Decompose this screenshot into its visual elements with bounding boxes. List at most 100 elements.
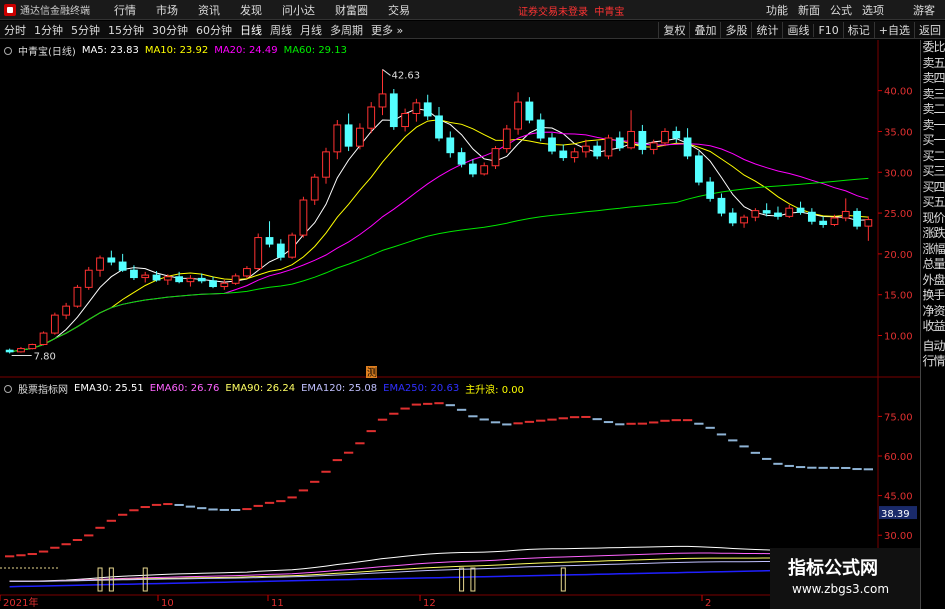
kline-chart[interactable]: 40.00 35.00 30.00 25.00 20.00 15.00 10.00 75.00… (0, 40, 920, 609)
candle-body (163, 276, 172, 281)
tool-back[interactable]: 返回 (914, 22, 945, 38)
menu-news[interactable]: 资讯 (188, 2, 230, 18)
candle-body (130, 269, 138, 279)
period-60min[interactable]: 60分钟 (192, 22, 236, 38)
candle-body (807, 211, 816, 222)
ma5-value: MA5: 23.83 (81, 45, 139, 56)
tool-multi-stock[interactable]: 多股 (720, 22, 751, 38)
side-sell4[interactable]: 卖四 (921, 71, 945, 87)
side-quotes[interactable]: 行情 (921, 354, 945, 370)
side-net-assets[interactable]: 净资 (921, 304, 945, 320)
period-daily[interactable]: 日线 (236, 22, 266, 38)
side-sell5[interactable]: 卖五 (921, 56, 945, 72)
date-tick-label: 12 (423, 598, 436, 609)
candle-body (73, 286, 82, 307)
event-marker-label: 测 (367, 366, 377, 379)
candle-body (152, 274, 161, 281)
candle-body (299, 199, 308, 236)
tool-adjust[interactable]: 复权 (658, 22, 689, 38)
side-change-pct[interactable]: 涨幅 (921, 242, 945, 258)
login-notice[interactable]: 证券交易未登录 中青宝 (518, 3, 624, 18)
side-outer[interactable]: 外盘 (921, 273, 945, 289)
menu-formula[interactable]: 公式 (825, 2, 857, 18)
high-marker-line (382, 69, 391, 76)
tool-mark[interactable]: 标记 (842, 22, 874, 38)
candle-body (356, 127, 364, 147)
ma60-value: MA60: 29.13 (283, 45, 347, 56)
top-menu-bar: 通达信金融终端 行情 市场 资讯 发现 问小达 财富圈 交易 证券交易未登录 中… (0, 0, 945, 20)
menu-options[interactable]: 选项 (857, 2, 889, 18)
menu-wealth[interactable]: 财富圈 (325, 2, 378, 18)
candle-body (186, 277, 195, 283)
tool-draw[interactable]: 画线 (782, 22, 813, 38)
side-change[interactable]: 涨跌 (921, 226, 945, 242)
chart-canvas[interactable]: 40.00 35.00 30.00 25.00 20.00 15.00 10.00 75.00… (0, 40, 920, 609)
date-tick-label: 10 (161, 598, 174, 609)
right-sidebar: 委比 卖五 卖四 卖三 卖二 卖一 买一 买二 买三 买四 买五 现价 涨跌 涨… (920, 40, 945, 609)
candle-body (649, 142, 658, 150)
tool-add-watch[interactable]: +自选 (873, 22, 914, 38)
app-logo-icon (4, 3, 16, 16)
candle-body (661, 130, 669, 144)
gear-icon[interactable] (4, 384, 12, 393)
zsz-value: 主升浪: 0.00 (465, 385, 525, 396)
ma20-line (9, 131, 869, 353)
candle-body (412, 102, 421, 115)
period-monthly[interactable]: 月线 (296, 22, 326, 38)
period-30min[interactable]: 30分钟 (148, 22, 192, 38)
period-1min[interactable]: 1分钟 (30, 22, 67, 38)
period-5min[interactable]: 5分钟 (67, 22, 104, 38)
stock-name: 中青宝(日线) (18, 47, 76, 58)
menu-quotes[interactable]: 行情 (104, 2, 146, 18)
side-turnover[interactable]: 换手 (921, 288, 945, 304)
low-marker-label: 7.80 (34, 351, 56, 362)
candle-body (39, 332, 48, 345)
menu-market[interactable]: 市场 (146, 2, 188, 18)
watermark-url: www.zbgs3.com (792, 582, 890, 596)
candle-body (322, 151, 330, 178)
date-tick-label: 2 (705, 598, 711, 609)
side-sell1[interactable]: 卖一 (921, 118, 945, 134)
side-price[interactable]: 现价 (921, 211, 945, 227)
tool-f10[interactable]: F10 (813, 23, 842, 37)
side-auto[interactable]: 自动 (921, 339, 945, 355)
period-more[interactable]: 更多 » (367, 22, 407, 38)
menu-trade[interactable]: 交易 (378, 2, 420, 18)
side-earnings[interactable]: 收益 (921, 319, 945, 335)
candle-body (502, 128, 511, 150)
side-sell3[interactable]: 卖三 (921, 87, 945, 103)
period-15min[interactable]: 15分钟 (104, 22, 148, 38)
side-sell2[interactable]: 卖二 (921, 102, 945, 118)
menu-discover[interactable]: 发现 (230, 2, 272, 18)
ema90-value: EMA90: 26.24 (225, 383, 296, 394)
menu-function[interactable]: 功能 (761, 2, 793, 18)
gear-icon[interactable] (4, 46, 12, 55)
candle-body (231, 275, 240, 284)
tool-stats[interactable]: 统计 (751, 22, 782, 38)
candle-body (514, 101, 522, 130)
tool-overlay[interactable]: 叠加 (689, 22, 720, 38)
period-timeshare[interactable]: 分时 (0, 22, 30, 38)
candle-body (141, 274, 150, 279)
menu-new-page[interactable]: 新面 (793, 2, 825, 18)
side-buy3[interactable]: 买三 (921, 164, 945, 180)
guest-button[interactable]: 游客 (889, 2, 945, 18)
side-weibi[interactable]: 委比 (921, 40, 945, 56)
candle-body (367, 106, 376, 129)
side-buy4[interactable]: 买四 (921, 180, 945, 196)
zsz-signal-bar (470, 567, 476, 592)
candle-body (706, 181, 715, 199)
side-volume[interactable]: 总量 (921, 257, 945, 273)
ema60-value: EMA60: 26.76 (149, 383, 220, 394)
menu-ask[interactable]: 问小达 (272, 2, 325, 18)
side-buy1[interactable]: 买一 (921, 133, 945, 149)
candle-body (638, 130, 647, 150)
price-tick-label: 30.00 (884, 168, 913, 179)
price-tick-label: 15.00 (884, 291, 913, 302)
side-buy5[interactable]: 买五 (921, 195, 945, 211)
side-buy2[interactable]: 买二 (921, 149, 945, 165)
candle-body (423, 102, 432, 117)
indicator-legend: 股票指标网 EMA30: 25.51 EMA60: 26.76 EMA90: 2… (4, 381, 524, 396)
period-weekly[interactable]: 周线 (266, 22, 296, 38)
period-multi[interactable]: 多周期 (326, 22, 367, 38)
